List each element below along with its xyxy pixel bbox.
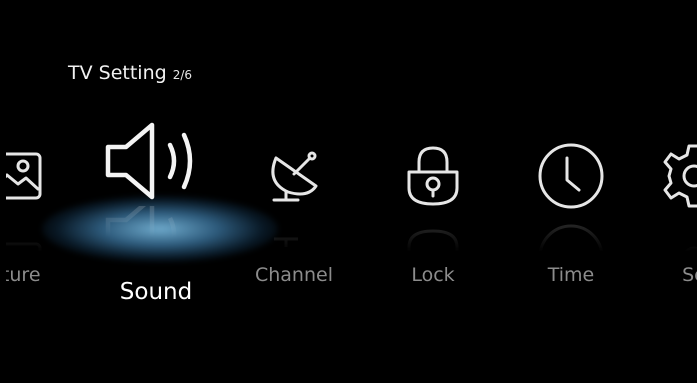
gear-icon — [624, 131, 697, 221]
page-title: TV Setting — [68, 62, 167, 84]
settings-header: TV Setting 2/6 — [68, 62, 192, 84]
clock-icon — [501, 131, 641, 221]
page-indicator: 2/6 — [172, 68, 192, 82]
padlock-icon — [363, 131, 503, 221]
speaker-icon-reflection — [86, 193, 226, 276]
menu-item-label: Time — [547, 264, 595, 286]
menu-item-label: cture — [6, 264, 41, 286]
tv-settings-screen: TV Setting 2/6 cture — [6, 6, 697, 377]
menu-item-label: Sound — [119, 279, 193, 305]
picture-icon — [6, 131, 86, 221]
menu-item-label: Lock — [411, 264, 455, 286]
speaker-icon — [86, 116, 226, 206]
menu-item-label: Se — [682, 264, 697, 286]
menu-item-label: Channel — [254, 264, 333, 286]
satellite-dish-icon — [224, 131, 364, 221]
